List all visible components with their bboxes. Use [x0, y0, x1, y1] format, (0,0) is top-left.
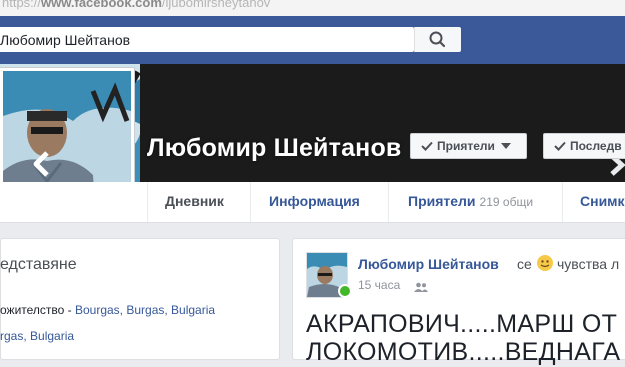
tab-divider: [388, 182, 389, 222]
intro-title: едставяне: [0, 256, 77, 273]
profile-name[interactable]: Любомир Шейтанов: [147, 134, 402, 163]
tab-divider: [250, 182, 251, 222]
friends-button[interactable]: Приятели: [410, 133, 527, 159]
post-feeling-text: чувства л: [557, 256, 620, 272]
search-icon: [429, 31, 446, 48]
tab-divider: [147, 182, 148, 222]
post-text-line: ЛОКОМОТИВ.....ВЕДНАГА: [306, 338, 621, 366]
following-button-label: Последв: [570, 139, 622, 153]
search-button[interactable]: [414, 27, 461, 52]
online-status-indicator: [338, 284, 352, 298]
post-feeling-verb: се: [517, 256, 532, 272]
tab-divider: [562, 182, 563, 222]
post-text-line: АКРАПОВИЧ.....МАРШ ОТ: [306, 310, 618, 338]
browser-url-bar[interactable]: https://www.facebook.com/ljubomirsheytan…: [0, 0, 625, 17]
mutual-friends-count: 219 общи: [479, 195, 534, 209]
residence-link[interactable]: Bourgas, Burgas, Bulgaria: [75, 303, 215, 317]
friends-audience-icon[interactable]: [414, 279, 428, 297]
checkmark-icon: [554, 141, 566, 151]
search-input[interactable]: Любомир Шейтанов: [0, 27, 414, 52]
intro-residence: ожителство - Bourgas, Burgas, Bulgaria: [0, 303, 216, 317]
hometown-link[interactable]: rgas, Bulgaria: [0, 329, 74, 343]
chevron-down-icon: [500, 143, 511, 149]
intro-hometown: rgas, Bulgaria: [0, 329, 74, 343]
tab-about[interactable]: Информация: [269, 193, 360, 209]
following-button[interactable]: Последв: [543, 133, 625, 159]
feeling-emoji-icon: [537, 255, 553, 271]
chevron-left-icon[interactable]: [30, 150, 54, 183]
tab-friends[interactable]: Приятели 219 общи: [408, 193, 533, 209]
tab-timeline[interactable]: Дневник: [165, 193, 224, 209]
post-timestamp[interactable]: 15 часа: [358, 278, 400, 292]
friends-button-label: Приятели: [437, 139, 495, 153]
tab-photos[interactable]: Снимк: [580, 193, 625, 209]
url-text: https://www.facebook.com/ljubomirsheytan…: [2, 0, 271, 10]
checkmark-icon: [421, 141, 433, 151]
search-value: Любомир Шейтанов: [0, 32, 131, 48]
post-author-name[interactable]: Любомир Шейтанов: [358, 256, 499, 272]
